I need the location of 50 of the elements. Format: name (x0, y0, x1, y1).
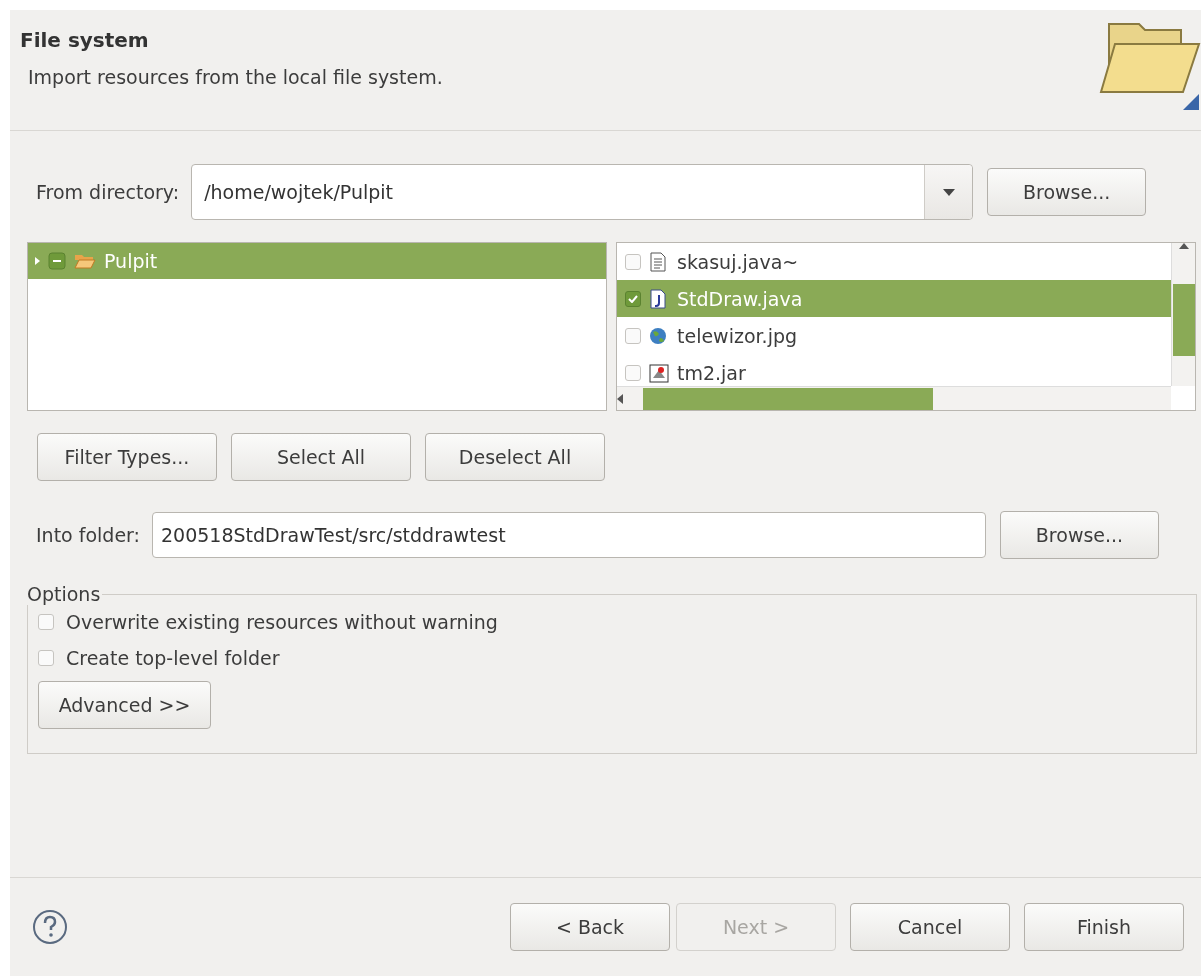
action-button[interactable]: Deselect All (425, 433, 605, 481)
globe-icon (649, 325, 669, 346)
checkbox[interactable] (625, 290, 641, 307)
help-icon (32, 909, 68, 945)
up-arrow-icon (1178, 243, 1189, 249)
left-arrow-icon (617, 393, 623, 404)
checkbox[interactable] (38, 614, 54, 630)
folder-icon (74, 253, 96, 269)
directory-combo[interactable]: /home/wojtek/Pulpit (191, 164, 974, 220)
checkbox[interactable] (38, 650, 54, 666)
checkbox[interactable] (625, 327, 641, 344)
tree-item-label: Pulpit (104, 250, 158, 272)
dropdown-button[interactable] (924, 165, 973, 219)
checkmark-icon (628, 294, 638, 303)
wizard-button[interactable]: Cancel (850, 903, 1010, 951)
field-label: Into folder: (36, 524, 140, 546)
checkbox-label: Overwrite existing resources without warning (66, 611, 498, 633)
browse-button[interactable]: Browse... (987, 168, 1147, 216)
combo-value: /home/wojtek/Pulpit (203, 181, 395, 203)
collapsed-arrow-icon (34, 257, 40, 265)
checkbox[interactable] (625, 253, 641, 270)
file-name: telewizor.jpg (677, 324, 798, 347)
file-row[interactable]: tm2.jar (617, 354, 1171, 386)
horizontal-scrollbar[interactable] (617, 386, 1171, 410)
browse-button[interactable]: Browse... (1000, 511, 1159, 559)
wizard-title: File system (20, 28, 150, 52)
checkbox[interactable] (48, 252, 66, 270)
advanced-button[interactable]: Advanced >> (38, 681, 211, 729)
file-row[interactable]: skasuj.java~ (617, 243, 1171, 280)
file-name: tm2.jar (677, 361, 746, 384)
action-button[interactable]: Select All (231, 433, 411, 481)
scrollbar-thumb[interactable] (1172, 284, 1195, 356)
group-title: Options (27, 583, 103, 605)
vertical-scrollbar[interactable] (1171, 243, 1195, 386)
wizard-description: Import resources from the local file system. (27, 66, 443, 88)
checkbox[interactable] (625, 364, 641, 381)
file-name: skasuj.java~ (677, 250, 799, 273)
action-button[interactable]: Filter Types... (37, 433, 217, 481)
java-file-icon (649, 288, 669, 309)
wizard-button[interactable]: < Back (510, 903, 670, 951)
file-name: StdDraw.java (677, 287, 803, 310)
field-label: From directory: (36, 181, 180, 203)
caret-icon (941, 188, 956, 196)
jar-file-icon (649, 362, 669, 383)
checkbox-label: Create top-level folder (66, 647, 280, 669)
file-row[interactable]: telewizor.jpg (617, 317, 1171, 354)
wizard-button[interactable]: Finish (1024, 903, 1184, 951)
document-icon (649, 251, 669, 272)
scrollbar-thumb[interactable] (643, 387, 933, 410)
folder-field[interactable]: 200518StdDrawTest/src/stddrawtest (152, 512, 986, 558)
